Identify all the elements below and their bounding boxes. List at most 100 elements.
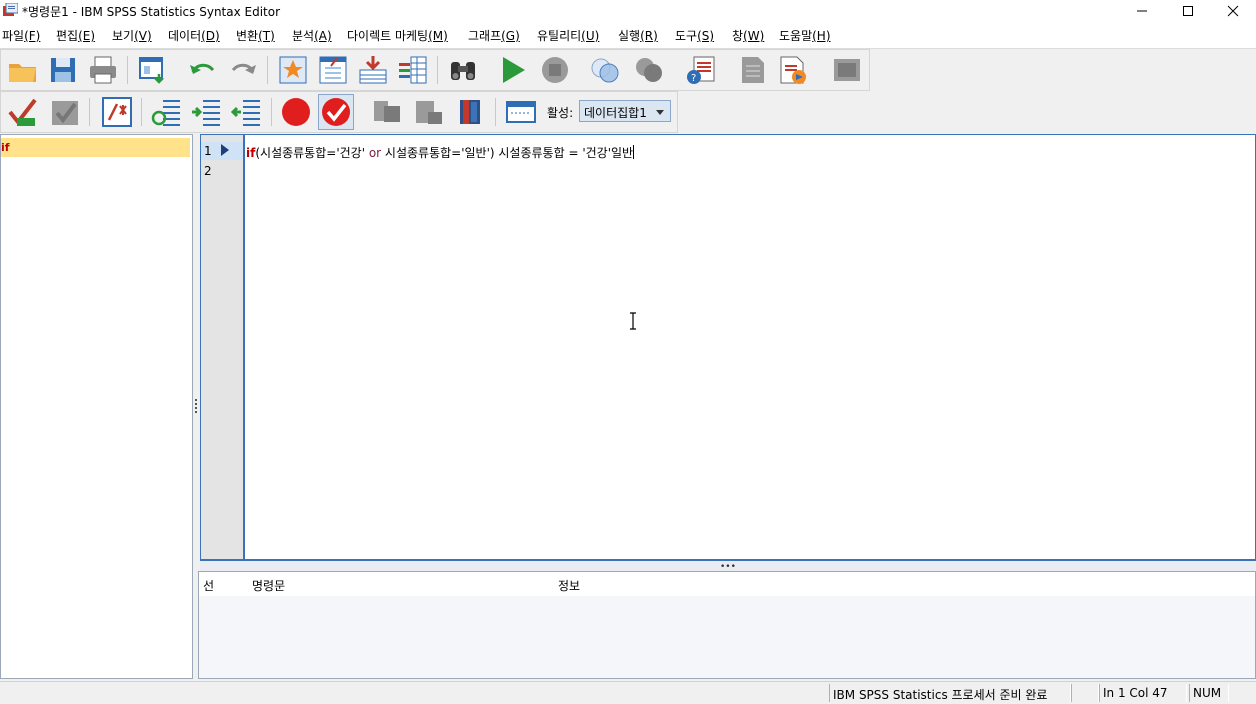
run-selection-button[interactable] xyxy=(497,54,529,86)
menu-transform[interactable]: 변환(T) xyxy=(236,27,275,44)
close-button[interactable] xyxy=(1210,0,1256,22)
stop-processor-icon xyxy=(636,58,662,82)
active-dataset-dropdown[interactable]: 데이터집합1 xyxy=(579,100,671,122)
maximize-button[interactable] xyxy=(1165,0,1211,22)
print-icon xyxy=(90,56,116,84)
menu-view[interactable]: 보기(V) xyxy=(112,27,152,44)
syntax-toolbar: 활성: 데이터집합1 xyxy=(0,91,678,133)
breakpoint-icon xyxy=(282,98,310,126)
column-header-info[interactable]: 정보 xyxy=(558,577,580,594)
menu-bar: 파일(F) 편집(E) 보기(V) 데이터(D) 변환(T) 분석(A) 다이렉… xyxy=(0,22,1256,49)
dataset-icon xyxy=(506,101,536,123)
navigator-item[interactable]: if xyxy=(1,138,190,157)
step-button[interactable] xyxy=(371,96,403,128)
step-through-button[interactable] xyxy=(413,96,445,128)
print-button[interactable] xyxy=(87,54,119,86)
column-header-line[interactable]: 선 xyxy=(203,577,214,594)
indent-button[interactable] xyxy=(151,96,183,128)
toggle-outline-button[interactable] xyxy=(589,54,621,86)
minimize-button[interactable] xyxy=(1119,0,1165,22)
stop-processor-button[interactable] xyxy=(633,54,665,86)
menu-direct-marketing[interactable]: 다이렉트 마케팅(M) xyxy=(347,27,448,44)
breakpoint-button[interactable] xyxy=(280,96,312,128)
toolbar-separator xyxy=(267,56,268,84)
variables-button[interactable] xyxy=(397,54,429,86)
run-to-end-button[interactable] xyxy=(318,94,354,130)
line-gutter: 1 2 xyxy=(201,135,245,559)
indent-right-button[interactable] xyxy=(191,96,223,128)
outdent-button[interactable] xyxy=(231,96,263,128)
validate-button[interactable] xyxy=(7,96,39,128)
menu-analyze[interactable]: 분석(A) xyxy=(292,27,332,44)
spss-app-icon xyxy=(3,3,18,16)
step-icon xyxy=(374,101,400,122)
code-text: (시설종류통합='건강' xyxy=(255,146,369,160)
line-number: 1 xyxy=(204,144,212,158)
goto-case-button[interactable] xyxy=(277,54,309,86)
status-empty-cell xyxy=(1071,684,1099,702)
menu-edit[interactable]: 편집(E) xyxy=(56,27,95,44)
redo-icon xyxy=(231,63,256,74)
close-icon xyxy=(1227,5,1239,17)
save-button[interactable] xyxy=(47,54,79,86)
menu-utilities[interactable]: 유틸리티(U) xyxy=(537,27,599,44)
undo-button[interactable] xyxy=(187,54,219,86)
book-icon xyxy=(460,100,480,124)
comment-selection-button[interactable] xyxy=(101,96,133,128)
code-text: 시설종류통합='일반') 시설종류통합 = '건강'일반 xyxy=(381,146,634,160)
indent-right-icon xyxy=(192,100,220,126)
run-icon xyxy=(503,57,525,83)
bookmark-toggle-button[interactable] xyxy=(455,96,487,128)
dialog-recall-button[interactable] xyxy=(137,54,169,86)
save-icon xyxy=(51,58,75,82)
redo-button[interactable] xyxy=(227,54,259,86)
toolbar-separator xyxy=(141,98,142,126)
bookmark-button[interactable] xyxy=(777,54,809,86)
menu-help[interactable]: 도움말(H) xyxy=(779,27,831,44)
toolbar-separator xyxy=(437,56,438,84)
cursor-position: In 1 Col 47 xyxy=(1099,684,1187,702)
outdent-icon xyxy=(231,100,260,126)
syntax-help-button[interactable]: ? xyxy=(685,54,717,86)
menu-tools[interactable]: 도구(S) xyxy=(675,27,714,44)
find-icon xyxy=(451,62,475,80)
error-pane-header: 선 명령문 정보 xyxy=(199,572,1255,596)
insert-cases-button[interactable] xyxy=(357,54,389,86)
comment-button[interactable] xyxy=(737,54,769,86)
splitter-grip-icon: ••• xyxy=(720,562,736,572)
execution-arrow-icon xyxy=(221,144,229,156)
validate-all-button[interactable] xyxy=(49,96,81,128)
menu-run[interactable]: 실행(R) xyxy=(618,27,658,44)
variables-icon xyxy=(399,56,427,84)
ibeam-cursor-icon xyxy=(630,312,636,330)
menu-file[interactable]: 파일(F) xyxy=(2,27,40,44)
checkmark-red-icon xyxy=(8,98,37,126)
syntax-editor[interactable]: 1 2 if(시설종류통합='건강' or 시설종류통합='일반') 시설종류통… xyxy=(200,134,1256,560)
toggle-icon xyxy=(591,58,619,83)
goto-data-button[interactable] xyxy=(831,54,863,86)
stop-button[interactable] xyxy=(539,54,571,86)
splitter-grip-icon xyxy=(195,399,197,413)
navigator-pane: if xyxy=(0,134,193,679)
code-line[interactable]: if(시설종류통합='건강' or 시설종류통합='일반') 시설종류통합 = … xyxy=(246,144,635,161)
column-header-command[interactable]: 명령문 xyxy=(252,577,285,594)
comment-icon xyxy=(742,57,764,83)
find-button[interactable] xyxy=(447,54,479,86)
active-dataset-label: 활성: xyxy=(547,106,574,120)
open-button[interactable] xyxy=(7,54,39,86)
menu-window[interactable]: 창(W) xyxy=(732,27,764,44)
dataset-button[interactable] xyxy=(505,96,537,128)
horizontal-splitter[interactable]: ••• xyxy=(200,560,1256,572)
comment-slash-icon xyxy=(102,97,132,127)
goto-variable-button[interactable] xyxy=(317,54,349,86)
menu-graphs[interactable]: 그래프(G) xyxy=(468,27,520,44)
checkmark-gray-icon xyxy=(52,101,78,125)
active-dataset-value: 데이터집합1 xyxy=(584,106,647,120)
menu-data[interactable]: 데이터(D) xyxy=(168,27,220,44)
minimize-icon xyxy=(1137,10,1147,12)
title-bar: *명령문1 - IBM SPSS Statistics Syntax Edito… xyxy=(0,0,1256,22)
svg-text:?: ? xyxy=(691,73,696,84)
toolbar-separator xyxy=(271,98,272,126)
undo-icon xyxy=(190,63,215,74)
keyword-if: if xyxy=(246,146,256,160)
